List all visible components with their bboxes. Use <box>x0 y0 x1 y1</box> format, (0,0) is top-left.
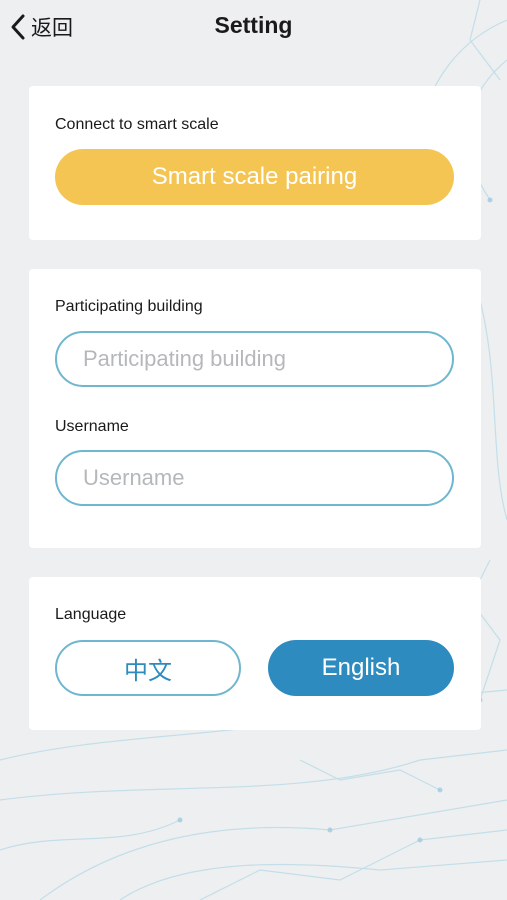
scale-label: Connect to smart scale <box>55 116 219 133</box>
username-label: Username <box>55 418 129 435</box>
building-field <box>55 331 454 387</box>
building-label: Participating building <box>55 298 203 315</box>
username-input[interactable] <box>57 452 452 504</box>
nav-bar: 返回 Setting <box>0 0 507 56</box>
language-chinese-button[interactable]: 中文 <box>55 640 241 696</box>
language-english-button[interactable]: English <box>268 640 454 696</box>
building-input[interactable] <box>57 333 452 385</box>
profile-card: Participating building Username <box>29 269 481 548</box>
language-card: Language 中文 English <box>29 577 481 730</box>
smart-scale-pairing-button[interactable]: Smart scale pairing <box>55 149 454 205</box>
page-title: Setting <box>214 12 293 38</box>
username-field <box>55 450 454 506</box>
language-label: Language <box>55 606 127 623</box>
scale-card: Connect to smart scale Smart scale pairi… <box>29 86 481 240</box>
